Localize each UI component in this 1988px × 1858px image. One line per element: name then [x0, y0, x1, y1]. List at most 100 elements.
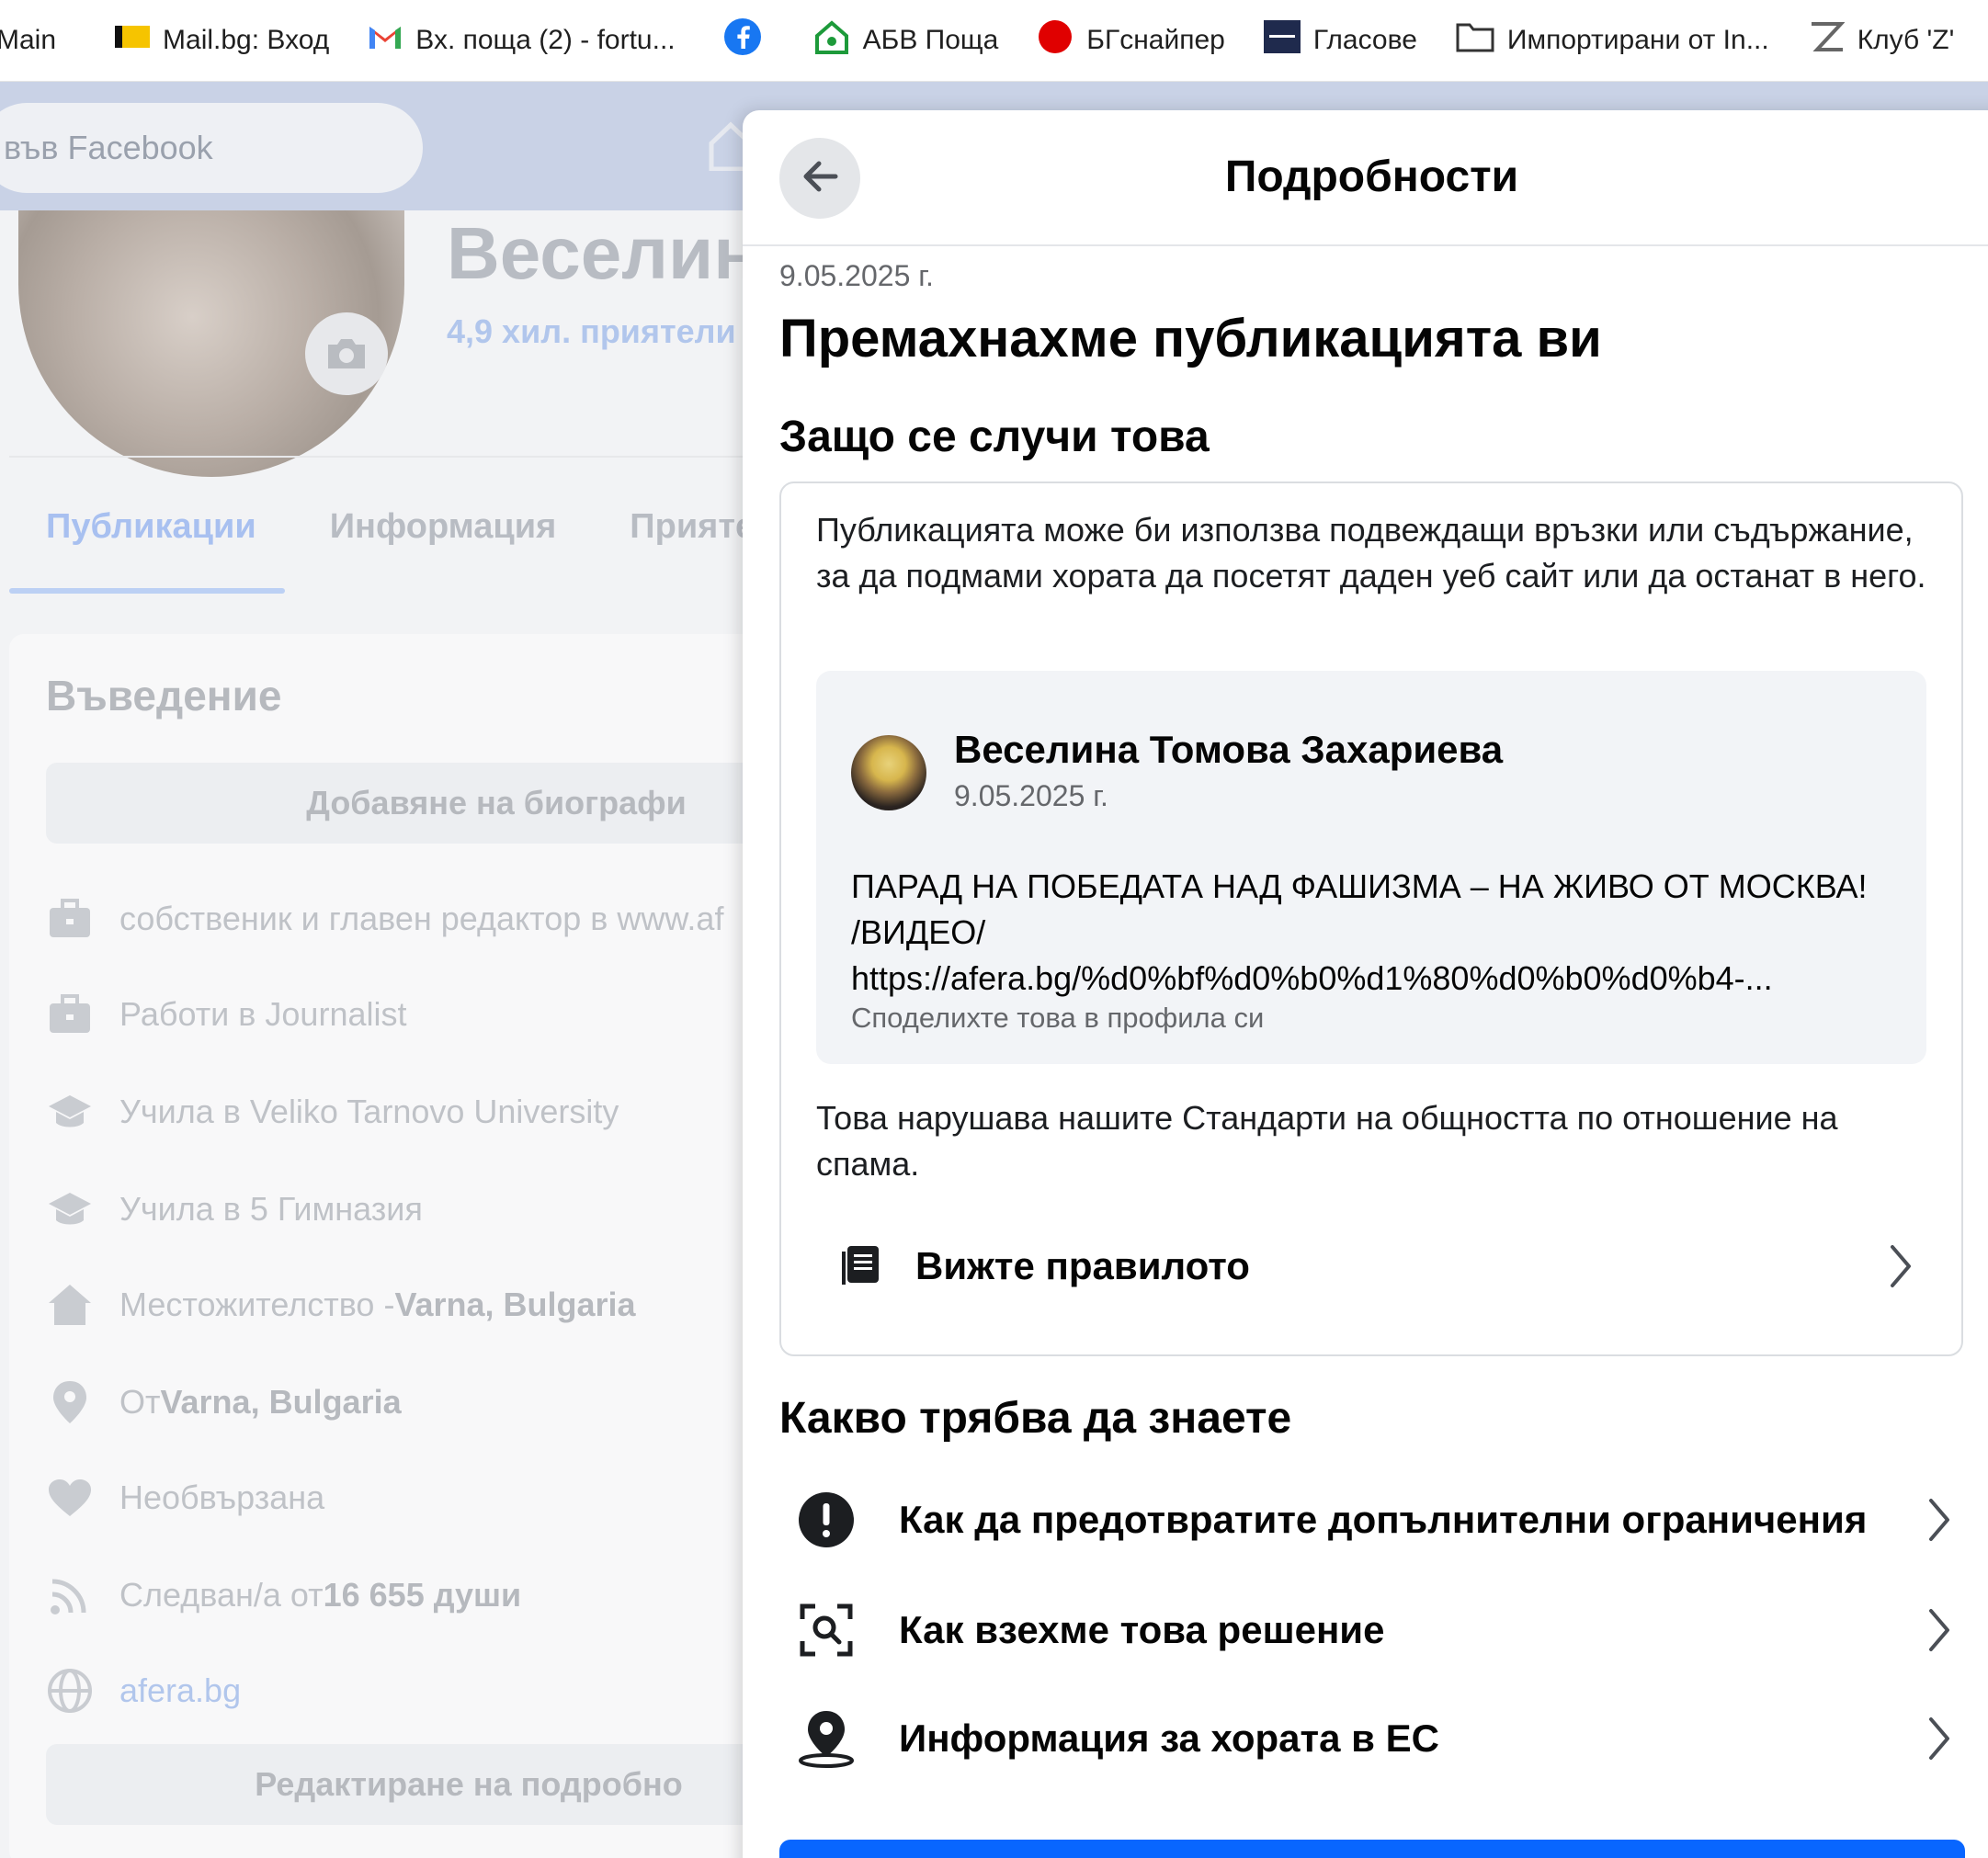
- klub-z-icon: [1808, 20, 1846, 61]
- how-decided-item[interactable]: Как взехме това решение: [779, 1584, 1965, 1676]
- chevron-right-icon: [1914, 1494, 1965, 1546]
- tab-posts[interactable]: Публикации: [46, 507, 256, 547]
- intro-item-text: Следван/а от: [119, 1576, 324, 1614]
- intro-item-work: Работи в Journalist: [46, 991, 407, 1038]
- tab-active-indicator: [9, 588, 285, 594]
- primary-action-button[interactable]: [779, 1840, 1965, 1858]
- view-rule-label: Вижте правилото: [915, 1244, 1250, 1287]
- intro-item-hometown: От Varna, Bulgaria: [46, 1378, 402, 1426]
- briefcase-icon: [46, 991, 94, 1038]
- intro-item-text: Работи в Journalist: [119, 995, 407, 1033]
- back-button[interactable]: [779, 138, 860, 219]
- post-shared-note: Споделихте това в профила си: [851, 1002, 1265, 1034]
- abv-house-icon: [813, 19, 850, 62]
- bookmark-mailbg[interactable]: Mail.bg: Вход: [115, 24, 329, 57]
- rulebook-icon: [833, 1239, 888, 1294]
- violation-text: Това нарушава нашите Стандарти на общнос…: [816, 1099, 1838, 1183]
- intro-item-bold[interactable]: Varna, Bulgaria: [161, 1383, 402, 1422]
- edit-details-button[interactable]: Редактиране на подробно: [46, 1744, 763, 1825]
- intro-item-bold[interactable]: 16 655 души: [324, 1576, 522, 1614]
- gmail-icon: [368, 23, 403, 58]
- bookmark-imported[interactable]: Импортирани от In...: [1456, 21, 1769, 60]
- removed-title: Премахнахме публикацията ви: [779, 309, 1602, 368]
- add-bio-button[interactable]: Добавяне на биографи: [46, 763, 763, 844]
- profile-divider: [9, 456, 744, 458]
- bookmark-gmail-label: Вх. поща (2) - fortu...: [415, 25, 676, 55]
- bookmark-imported-label: Импортирани от In...: [1506, 25, 1769, 55]
- post-text: ПАРАД НА ПОБЕДАТА НАД ФАШИЗМА – НА ЖИВО …: [851, 864, 1908, 1002]
- intro-item-website: afera.bg: [46, 1667, 241, 1715]
- why-text: Публикацията може би използва подвеждащи…: [816, 511, 1926, 595]
- know-item-label: Как да предотвратите допълнителни ограни…: [899, 1498, 1868, 1541]
- globe-icon: [46, 1667, 94, 1715]
- fb-search-input[interactable]: във Facebook: [0, 103, 423, 193]
- mailbg-icon: [115, 24, 151, 57]
- view-rule-button[interactable]: Вижте правилото: [816, 1228, 1926, 1305]
- bookmark-main[interactable]: Main: [0, 25, 56, 56]
- intro-item-text: От: [119, 1383, 161, 1421]
- rss-icon: [46, 1571, 94, 1619]
- dialog-title: Подробности: [1224, 153, 1519, 201]
- know-item-label: Как взехме това решение: [899, 1608, 1385, 1651]
- post-text-line2: /ВИДЕО/: [851, 913, 986, 951]
- know-item-label: Информация за хората в ЕС: [899, 1716, 1439, 1760]
- home-icon: [46, 1281, 94, 1329]
- intro-item-bold[interactable]: Varna, Bulgaria: [394, 1286, 635, 1324]
- intro-item-work: собственик и главен редактор в www.af: [46, 895, 723, 943]
- chevron-right-icon: [1914, 1604, 1965, 1656]
- briefcase-icon: [46, 895, 94, 943]
- removal-date: 9.05.2025 г.: [779, 259, 934, 292]
- intro-item-text: Местожителство -: [119, 1286, 395, 1323]
- why-title: Защо се случи това: [779, 413, 1210, 461]
- intro-title: Въведение: [46, 672, 282, 719]
- bookmark-glasove-label: Гласове: [1312, 25, 1417, 55]
- bookmark-abv-label: АБВ Поща: [862, 25, 999, 55]
- bookmark-bgsniper[interactable]: БГснайпер: [1037, 18, 1225, 62]
- bookmark-klubz[interactable]: Клуб 'Z': [1808, 20, 1955, 61]
- bookmark-facebook[interactable]: [723, 17, 775, 63]
- heart-icon: [46, 1474, 94, 1522]
- face-scan-icon: [794, 1598, 858, 1662]
- intro-item-text: Необвързана: [119, 1478, 325, 1516]
- intro-item-education: Учила в Veliko Tarnovo University: [46, 1088, 619, 1136]
- bookmark-glasove[interactable]: Гласове: [1263, 18, 1417, 62]
- post-date: 9.05.2025 г.: [954, 779, 1108, 812]
- bookmark-main-label: Main: [0, 25, 57, 55]
- chevron-right-icon: [1914, 1713, 1965, 1764]
- exclamation-icon: [794, 1488, 858, 1552]
- intro-item-text: Учила в 5 Гимназия: [119, 1190, 423, 1228]
- know-title: Какво трябва да знаете: [779, 1394, 1292, 1443]
- tab-info[interactable]: Информация: [330, 507, 557, 547]
- post-author-avatar: [851, 735, 926, 810]
- bookmark-gmail[interactable]: Вх. поща (2) - fortu...: [368, 23, 676, 58]
- bookmark-klubz-label: Клуб 'Z': [1857, 25, 1955, 55]
- facebook-icon: [723, 17, 762, 63]
- bookmark-abv[interactable]: АБВ Поща: [813, 19, 999, 62]
- post-author: Веселина Томова Захариева: [954, 728, 1504, 771]
- intro-item-education: Учила в 5 Гимназия: [46, 1185, 423, 1233]
- folder-icon: [1456, 21, 1494, 60]
- post-text-line1: ПАРАД НА ПОБЕДАТА НАД ФАШИЗМА – НА ЖИВО …: [851, 867, 1868, 905]
- graduation-cap-icon: [46, 1088, 94, 1136]
- camera-icon[interactable]: [305, 312, 388, 395]
- red-circle-icon: [1037, 18, 1074, 62]
- map-pin-icon: [794, 1706, 858, 1771]
- post-link: https://afera.bg/%d0%bf%d0%b0%d1%80%d0%b…: [851, 959, 1773, 997]
- website-link[interactable]: afera.bg: [119, 1671, 241, 1710]
- intro-item-text: Учила в Veliko Tarnovo University: [119, 1093, 619, 1130]
- glasove-icon: [1263, 18, 1301, 62]
- bookmarks-bar: Main Mail.bg: Вход Вх. поща (2) - fortu.…: [0, 0, 1988, 82]
- bookmark-mailbg-label: Mail.bg: Вход: [163, 25, 330, 55]
- intro-item-residence: Местожителство - Varna, Bulgaria: [46, 1281, 636, 1329]
- back-arrow-icon: [801, 160, 839, 198]
- intro-item-text: собственик и главен редактор в www.af: [119, 900, 724, 937]
- fb-search-placeholder: във Facebook: [4, 129, 213, 166]
- profile-name: Веселин: [447, 212, 758, 294]
- eu-info-item[interactable]: Информация за хората в ЕС: [779, 1693, 1965, 1784]
- intro-item-relationship: Необвързана: [46, 1474, 324, 1522]
- prevent-restrictions-item[interactable]: Как да предотвратите допълнителни ограни…: [779, 1474, 1965, 1566]
- intro-item-followers: Следван/а от 16 655 души: [46, 1571, 521, 1619]
- location-pin-icon: [46, 1378, 94, 1426]
- friends-count[interactable]: 4,9 хил. приятели: [447, 312, 736, 351]
- profile-tabs: Публикации Информация Приятел: [46, 507, 777, 547]
